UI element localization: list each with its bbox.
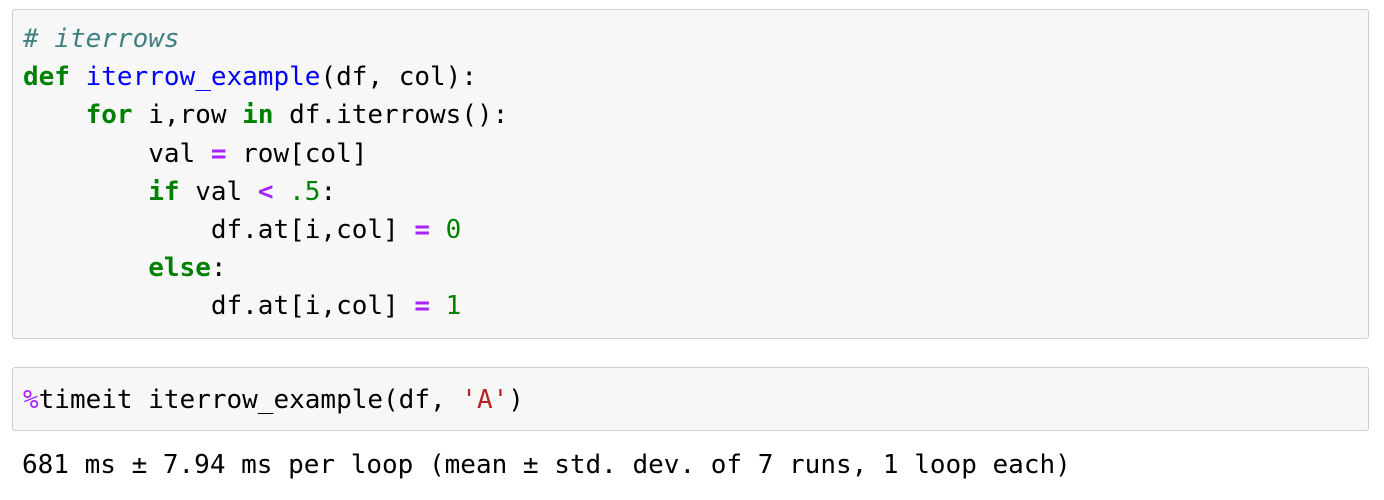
code-token: =: [414, 214, 430, 245]
code-line: val = row[col]: [23, 135, 1368, 173]
code-line: else:: [23, 249, 1368, 287]
code-line: df.at[i,col] = 0: [23, 211, 1368, 249]
code-token: df.at[i,col]: [23, 214, 415, 245]
code-token: <: [257, 176, 274, 207]
code-token: iterrow_example: [85, 62, 321, 93]
code-token: i,row: [132, 100, 243, 131]
code-token: =: [210, 138, 227, 169]
code-token: .5: [289, 176, 321, 207]
code-line: df.at[i,col] = 1: [23, 287, 1368, 325]
code-token: 'A': [461, 385, 509, 415]
code-token: in: [242, 100, 274, 131]
code-token: if: [148, 176, 180, 207]
code-token: ): [508, 385, 524, 415]
code-token: %: [23, 385, 39, 415]
code-token: (df, col):: [320, 62, 477, 93]
code-token: for: [85, 100, 133, 131]
code-editor[interactable]: %timeit iterrow_example(df, 'A'): [13, 368, 1368, 419]
code-token: # iterrows: [23, 24, 180, 54]
code-line: for i,row in df.iterrows():: [23, 96, 1368, 134]
cell-output-text: 681 ms ± 7.94 ms per loop (mean ± std. d…: [22, 450, 1071, 480]
code-token: 0: [445, 214, 462, 245]
code-token: row[col]: [226, 138, 368, 169]
code-line: # iterrows: [23, 20, 1368, 58]
code-token: timeit iterrow_example(df,: [38, 385, 462, 415]
code-token: =: [414, 291, 430, 322]
code-line: %timeit iterrow_example(df, 'A'): [23, 381, 1368, 419]
code-token: 1: [445, 291, 462, 322]
code-token: else: [148, 253, 211, 284]
code-token: :: [210, 253, 227, 284]
code-line: def iterrow_example(df, col):: [23, 58, 1368, 96]
code-line: if val < .5:: [23, 173, 1368, 211]
code-cell-iterrows[interactable]: # iterrows def iterrow_example(df, col): …: [12, 9, 1369, 339]
code-token: :: [320, 176, 337, 207]
code-cell-timeit[interactable]: %timeit iterrow_example(df, 'A'): [12, 367, 1369, 431]
code-token: df.iterrows():: [273, 100, 509, 131]
code-editor[interactable]: # iterrows def iterrow_example(df, col): …: [13, 10, 1368, 326]
code-token: def: [23, 62, 70, 93]
code-token: val: [23, 138, 211, 169]
code-token: val: [179, 176, 258, 207]
code-token: df.at[i,col]: [23, 291, 415, 322]
